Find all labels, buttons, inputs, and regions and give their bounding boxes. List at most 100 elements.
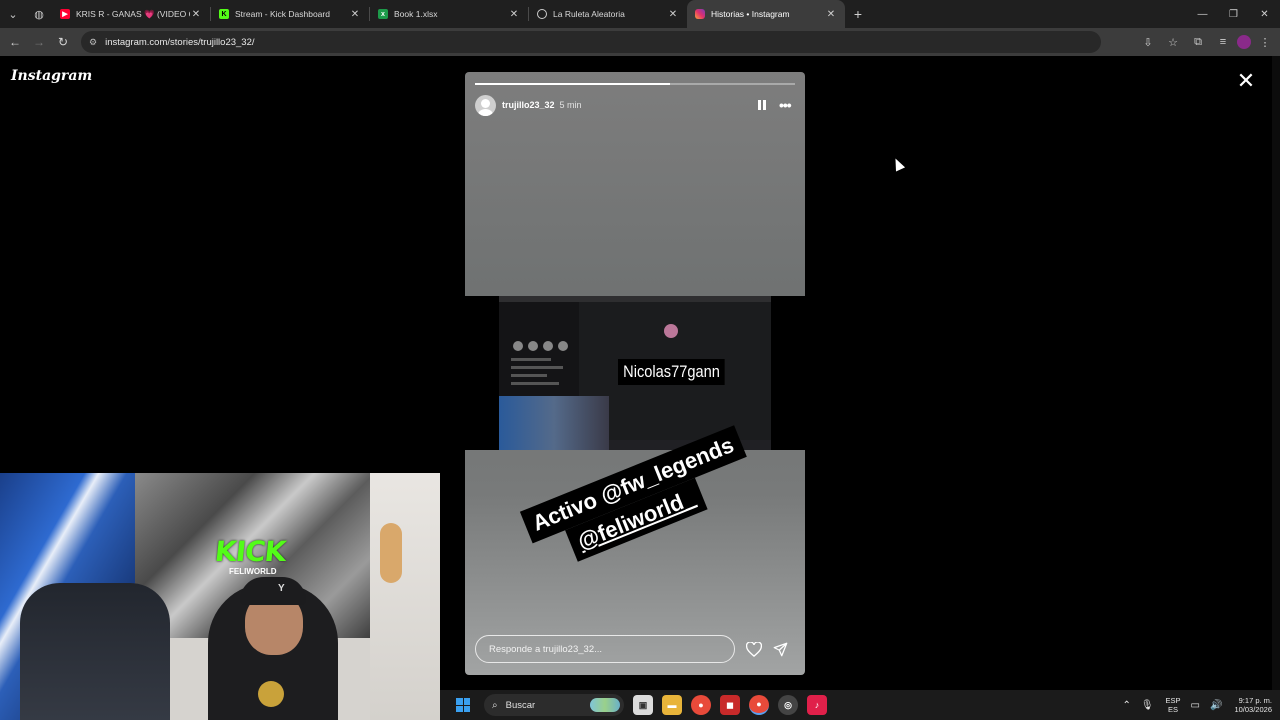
new-tab-button[interactable]: +	[845, 0, 871, 28]
screenshot-list-row	[511, 366, 563, 369]
close-icon[interactable]: ✕	[667, 9, 679, 20]
tab-youtube[interactable]: ▶ KRIS R - GANAS 💗 (VIDEO OF ✕	[52, 0, 210, 28]
send-icon[interactable]	[772, 641, 788, 657]
tab-kick-dashboard[interactable]: K Stream - Kick Dashboard ✕	[211, 0, 369, 28]
kick-icon: K	[219, 9, 229, 19]
screenshot-list-row	[511, 382, 559, 385]
webcam-guitar	[380, 523, 402, 583]
chevron-up-icon[interactable]: ⌃	[1122, 700, 1130, 711]
network-icon[interactable]: ▭	[1191, 700, 1200, 711]
tab-title: Book 1.xlsx	[394, 9, 438, 19]
screenshot-story-circle	[513, 341, 523, 351]
close-icon[interactable]: ✕	[508, 9, 520, 20]
mouse-cursor-icon	[890, 156, 906, 172]
reply-input[interactable]	[475, 635, 735, 663]
reload-icon[interactable]: ↻	[51, 30, 75, 54]
webcam-shirt-badge	[258, 681, 284, 707]
address-bar[interactable]: ⚙ instagram.com/stories/trujillo23_32/	[81, 31, 1101, 53]
bookmark-star-icon[interactable]: ☆	[1162, 31, 1184, 53]
story-progress-fill	[475, 83, 671, 85]
task-view-icon[interactable]: ▣	[633, 695, 653, 715]
close-icon[interactable]: ✕	[1235, 70, 1257, 92]
webcam-cap	[240, 577, 306, 605]
screenshot-list-row	[511, 358, 551, 361]
extensions-icon[interactable]: ⧉	[1187, 31, 1209, 53]
webcam-kick-logo: KICK	[213, 535, 288, 568]
pause-icon	[758, 100, 761, 110]
globe-icon	[537, 9, 547, 19]
minimize-icon[interactable]: —	[1187, 0, 1218, 28]
instagram-logo[interactable]: Instagram	[11, 68, 92, 84]
clock-date: 10/03/2026	[1234, 705, 1272, 714]
screenshot-webcam	[499, 396, 609, 450]
chrome-icon[interactable]: ●	[691, 695, 711, 715]
close-icon[interactable]: ✕	[825, 9, 837, 20]
story-header: trujillo23_32 5 min •••	[475, 94, 795, 116]
search-highlight-image	[590, 698, 620, 712]
screenshot-profile-photo	[664, 324, 678, 338]
windows-start-icon[interactable]	[456, 698, 470, 712]
streaming-app-icon[interactable]: ◼	[720, 695, 740, 715]
screenshot-list-row	[511, 374, 547, 377]
webcam-overlay: KICK FELIWORLD Y	[0, 473, 440, 720]
close-window-icon[interactable]: ✕	[1249, 0, 1280, 28]
avatar[interactable]	[475, 94, 496, 116]
install-app-icon[interactable]: ⇩	[1137, 31, 1159, 53]
media-controls-icon[interactable]: ≡	[1212, 31, 1234, 53]
search-icon: ⌕	[492, 699, 498, 711]
chrome-active-icon[interactable]: ●	[749, 695, 769, 715]
tab-ruleta[interactable]: La Ruleta Aleatoria ✕	[529, 0, 687, 28]
back-arrow-icon[interactable]: ←	[3, 30, 27, 54]
instagram-icon	[695, 9, 705, 19]
profile-avatar[interactable]	[1237, 35, 1251, 49]
tab-instagram-stories[interactable]: Historias • Instagram ✕	[687, 0, 845, 28]
excel-icon: x	[378, 9, 388, 19]
volume-icon[interactable]: 🔊	[1210, 700, 1222, 711]
tab-search-chevron-icon[interactable]: ⌄	[0, 0, 26, 28]
tab-title: Historias • Instagram	[711, 9, 790, 19]
taskbar-clock[interactable]: 9:17 p. m. 10/03/2026	[1234, 696, 1272, 714]
menu-kebab-icon[interactable]: ⋮	[1254, 31, 1276, 53]
story-screenshot-band: Nicolas77gann	[465, 296, 805, 450]
youtube-icon: ▶	[60, 9, 70, 19]
tab-title: La Ruleta Aleatoria	[553, 9, 625, 19]
obs-icon[interactable]: ◎	[778, 695, 798, 715]
toolbar-icons: ⇩ ☆ ⧉ ≡ ⋮	[1134, 31, 1280, 53]
scrollbar[interactable]	[1272, 56, 1280, 690]
story-username[interactable]: trujillo23_32	[502, 100, 555, 110]
close-icon[interactable]: ✕	[190, 9, 202, 20]
screenshot-story-circle	[543, 341, 553, 351]
language-indicator[interactable]: ESP ES	[1166, 696, 1181, 714]
webcam-right-wall	[370, 473, 440, 720]
site-info-icon[interactable]: ⚙	[89, 37, 97, 48]
tab-excel-book[interactable]: x Book 1.xlsx ✕	[370, 0, 528, 28]
forward-arrow-icon[interactable]: →	[27, 30, 51, 54]
globe-icon[interactable]: ◍	[26, 0, 52, 28]
name-sticker: Nicolas77gann	[618, 359, 726, 385]
window-controls: — ❐ ✕	[1187, 0, 1280, 28]
browser-toolbar: ← → ↻ ⚙ instagram.com/stories/trujillo23…	[0, 28, 1280, 56]
webcam-cap-logo: Y	[278, 583, 285, 594]
story-time-ago: 5 min	[559, 100, 582, 110]
taskbar-search[interactable]: ⌕ Buscar	[484, 694, 624, 716]
screenshot-story-circle	[558, 341, 568, 351]
close-icon[interactable]: ✕	[349, 9, 361, 20]
tiktok-icon[interactable]: ♪	[807, 695, 827, 715]
file-explorer-icon[interactable]: ▬	[662, 695, 682, 715]
clock-time: 9:17 p. m.	[1238, 696, 1272, 705]
lang-bottom: ES	[1168, 705, 1179, 714]
taskbar-search-label: Buscar	[505, 699, 536, 711]
lang-top: ESP	[1165, 696, 1181, 705]
screenshot-story-circle	[528, 341, 538, 351]
pause-button[interactable]	[755, 98, 769, 112]
webcam-gaming-chair	[20, 583, 170, 720]
pause-icon	[763, 100, 766, 110]
microphone-icon[interactable]: 🎙	[1141, 700, 1154, 711]
tab-title: Stream - Kick Dashboard	[235, 9, 330, 19]
restore-icon[interactable]: ❐	[1218, 0, 1249, 28]
heart-icon[interactable]	[746, 641, 762, 657]
system-tray: ⌃ 🎙 ESP ES ▭ 🔊 9:17 p. m. 10/03/2026	[1112, 696, 1280, 714]
story-caption-sticker: Activo @fw_legends @feliworld_	[519, 425, 747, 575]
story-viewer[interactable]: trujillo23_32 5 min ••• Nicolas77gann Ac…	[465, 72, 805, 675]
more-options-icon[interactable]: •••	[779, 98, 795, 112]
